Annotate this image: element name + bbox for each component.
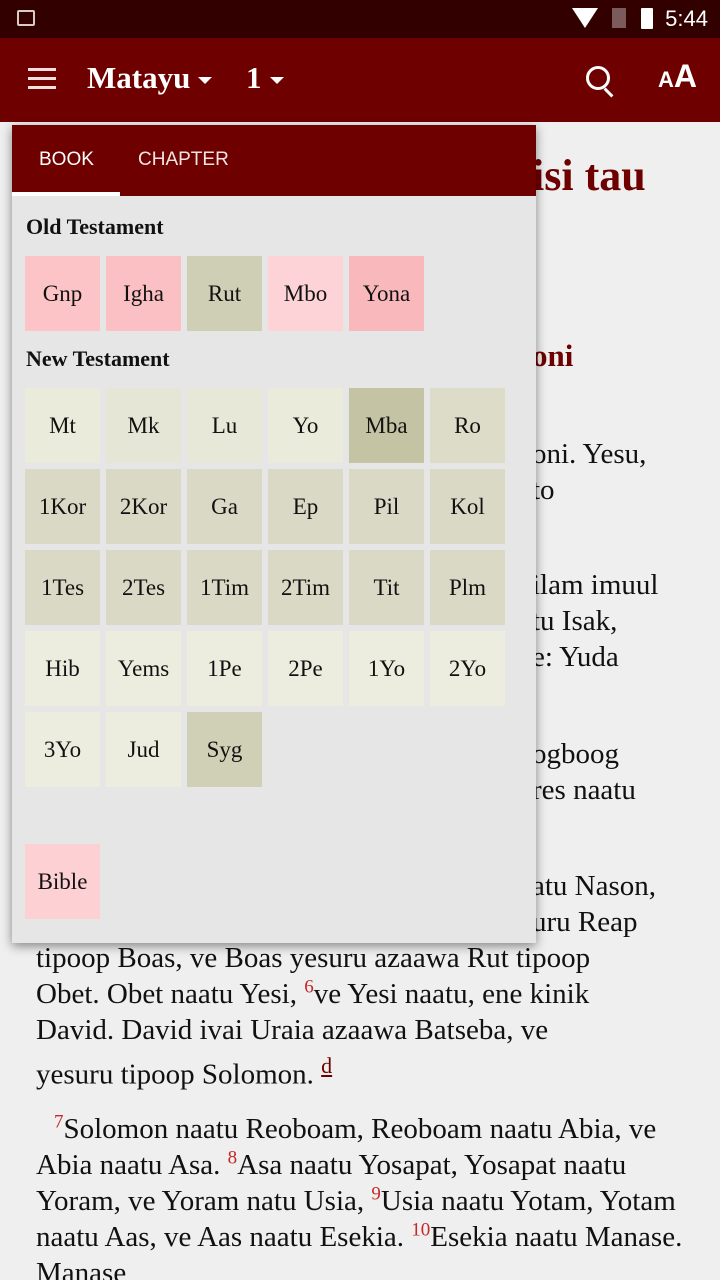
caret-down-icon bbox=[269, 77, 284, 85]
old-testament-heading: Old Testament bbox=[26, 214, 164, 239]
book-tile-jud[interactable]: Jud bbox=[106, 712, 181, 787]
book-tile-ep[interactable]: Ep bbox=[268, 469, 343, 544]
chapter-selector[interactable]: 1 bbox=[246, 60, 284, 96]
picker-tabs: BOOK CHAPTER bbox=[12, 125, 536, 196]
book-tile-2tim[interactable]: 2Tim bbox=[268, 550, 343, 625]
book-tile-ga[interactable]: Ga bbox=[187, 469, 262, 544]
book-tile-tit[interactable]: Tit bbox=[349, 550, 424, 625]
text-fragment: ilam imuul bbox=[532, 569, 659, 601]
text-fragment: ogboog bbox=[532, 738, 619, 770]
book-tile-1tes[interactable]: 1Tes bbox=[25, 550, 100, 625]
footnote-link[interactable]: d bbox=[321, 1053, 332, 1078]
scripture-text: tipoop Boas, ve Boas yesuru azaawa Rut t… bbox=[36, 942, 683, 1280]
book-tile-hib[interactable]: Hib bbox=[25, 631, 100, 706]
book-tile-mk[interactable]: Mk bbox=[106, 388, 181, 463]
book-tile-gnp[interactable]: Gnp bbox=[25, 256, 100, 331]
clock: 5:44 bbox=[665, 6, 708, 31]
chapter-title: isi tau bbox=[532, 151, 646, 200]
verse-number: 7 bbox=[54, 1111, 64, 1132]
no-sim-icon bbox=[612, 8, 626, 28]
book-tile-yona[interactable]: Yona bbox=[349, 256, 424, 331]
book-selector[interactable]: Matayu bbox=[87, 60, 213, 96]
book-tile-pil[interactable]: Pil bbox=[349, 469, 424, 544]
tab-indicator bbox=[12, 192, 120, 196]
text-fragment: oni. Yesu, bbox=[532, 438, 647, 470]
text-fragment: atu Nason, bbox=[532, 870, 657, 902]
book-name: Matayu bbox=[87, 60, 191, 95]
book-tile-2kor[interactable]: 2Kor bbox=[106, 469, 181, 544]
tab-book[interactable]: BOOK bbox=[39, 149, 94, 171]
book-tile-plm[interactable]: Plm bbox=[430, 550, 505, 625]
menu-icon[interactable] bbox=[28, 68, 56, 90]
book-tile-1kor[interactable]: 1Kor bbox=[25, 469, 100, 544]
book-tile-lu[interactable]: Lu bbox=[187, 388, 262, 463]
search-icon[interactable] bbox=[586, 66, 610, 90]
text-fragment: e: Yuda bbox=[532, 641, 619, 673]
caret-down-icon bbox=[198, 77, 213, 85]
verse-number: 10 bbox=[411, 1219, 431, 1240]
book-tile-mt[interactable]: Mt bbox=[25, 388, 100, 463]
verse-number: 6 bbox=[304, 976, 314, 998]
text-size-icon[interactable]: AA bbox=[658, 58, 697, 95]
chapter-number: 1 bbox=[246, 60, 262, 95]
gallery-icon bbox=[17, 10, 35, 26]
book-tile-1pe[interactable]: 1Pe bbox=[187, 631, 262, 706]
book-tile-ro[interactable]: Ro bbox=[430, 388, 505, 463]
book-tile-yo[interactable]: Yo bbox=[268, 388, 343, 463]
book-tile-1yo[interactable]: 1Yo bbox=[349, 631, 424, 706]
book-tile-syg[interactable]: Syg bbox=[187, 712, 262, 787]
status-bar: 5:44 bbox=[0, 0, 720, 38]
new-testament-heading: New Testament bbox=[26, 346, 170, 371]
text-fragment: tu Isak, bbox=[532, 605, 618, 637]
book-tile-igha[interactable]: Igha bbox=[106, 256, 181, 331]
tab-chapter[interactable]: CHAPTER bbox=[138, 149, 229, 171]
book-tile-kol[interactable]: Kol bbox=[430, 469, 505, 544]
battery-icon bbox=[641, 8, 653, 29]
verse-number: 9 bbox=[371, 1183, 381, 1204]
verse-number: 8 bbox=[227, 1147, 238, 1168]
book-tile-2tes[interactable]: 2Tes bbox=[106, 550, 181, 625]
book-tile-mba[interactable]: Mba bbox=[349, 388, 424, 463]
text-fragment: res naatu bbox=[532, 774, 636, 806]
wifi-icon bbox=[572, 8, 598, 28]
book-tile-yems[interactable]: Yems bbox=[106, 631, 181, 706]
book-tile-2pe[interactable]: 2Pe bbox=[268, 631, 343, 706]
book-tile-3yo[interactable]: 3Yo bbox=[25, 712, 100, 787]
book-tile-rut[interactable]: Rut bbox=[187, 256, 262, 331]
book-tile-mbo[interactable]: Mbo bbox=[268, 256, 343, 331]
book-tile-2yo[interactable]: 2Yo bbox=[430, 631, 505, 706]
section-heading: oni bbox=[532, 338, 574, 373]
book-tile-1tim[interactable]: 1Tim bbox=[187, 550, 262, 625]
app-bar: Matayu 1 AA bbox=[0, 38, 720, 122]
book-picker-popup: BOOK CHAPTER Old Testament New Testament… bbox=[12, 125, 536, 943]
text-fragment: uru Reap bbox=[532, 906, 638, 938]
book-tile-bible[interactable]: Bible bbox=[25, 844, 100, 919]
